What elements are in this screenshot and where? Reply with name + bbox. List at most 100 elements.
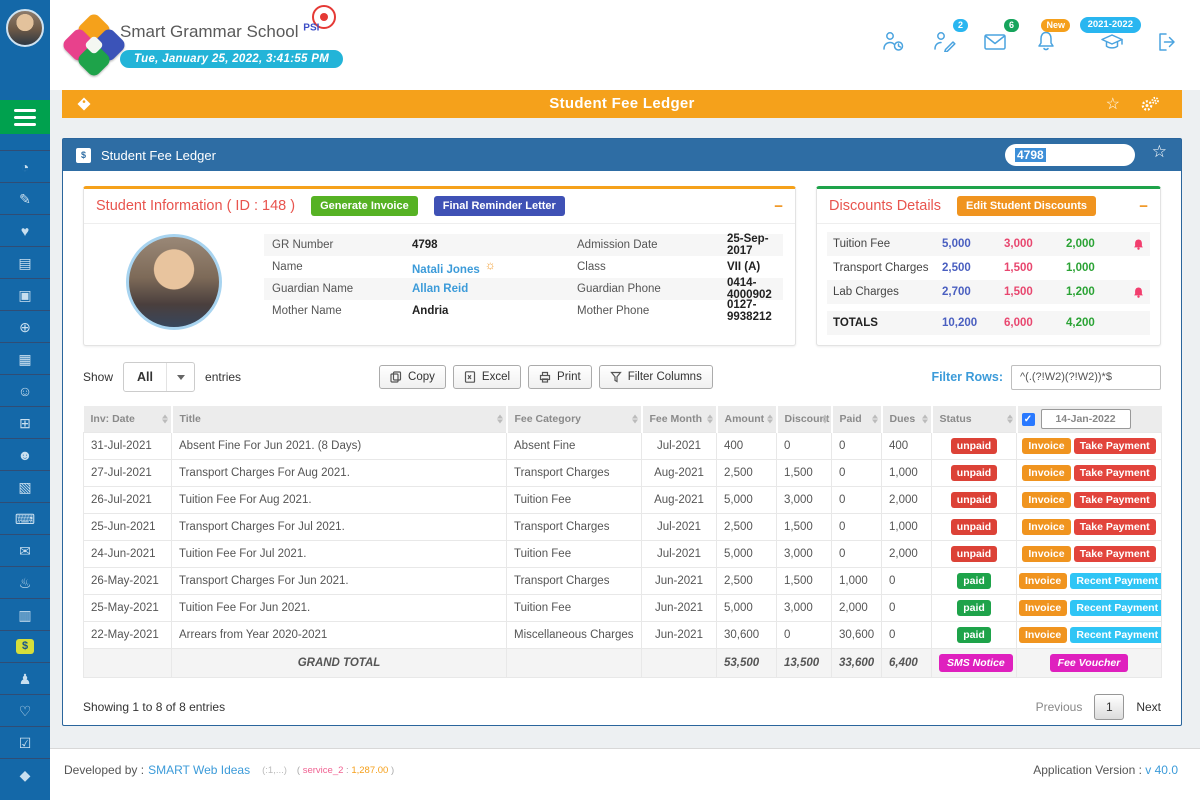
column-header-status[interactable]: Status bbox=[932, 406, 1017, 433]
invoice-button[interactable]: Invoice bbox=[1022, 546, 1070, 562]
developer-link[interactable]: SMART Web Ideas bbox=[148, 763, 250, 777]
recent-payment-button[interactable]: Recent Payment bbox=[1070, 627, 1161, 643]
enquiry-button[interactable]: 2 bbox=[932, 30, 956, 52]
edit-discounts-button[interactable]: Edit Student Discounts bbox=[957, 196, 1096, 216]
sidebar-item-exams[interactable]: ▦ bbox=[0, 342, 50, 374]
discount-net: 2,000 bbox=[1066, 238, 1128, 250]
sidebar-item-fee-ledger[interactable]: $ bbox=[0, 630, 50, 662]
filter-rows-input[interactable] bbox=[1011, 365, 1161, 390]
field-row: Name Natali Jones☼ Class VII (A) bbox=[264, 256, 783, 278]
fee-category-cell: Tuition Fee bbox=[507, 541, 642, 568]
sidebar-item-library[interactable]: ▥ bbox=[0, 598, 50, 630]
sidebar-item-online-class[interactable]: ⌨ bbox=[0, 502, 50, 534]
invoice-button[interactable]: Invoice bbox=[1019, 627, 1067, 643]
empty-cell bbox=[507, 649, 642, 678]
sidebar-item-income[interactable]: ✉ bbox=[0, 534, 50, 566]
column-header-dues[interactable]: Dues bbox=[882, 406, 932, 433]
collapse-card-button[interactable]: − bbox=[774, 199, 783, 214]
messages-button[interactable]: 6 bbox=[983, 30, 1007, 52]
gr-number-label: GR Number bbox=[272, 239, 412, 251]
date-filter-input[interactable]: 14-Jan-2022 bbox=[1041, 409, 1131, 429]
page-number-button[interactable]: 1 bbox=[1094, 694, 1124, 720]
fee-title-link[interactable]: Tuition Fee For Jul 2021. bbox=[172, 541, 507, 568]
entries-select[interactable]: All bbox=[123, 362, 195, 392]
recent-payment-button[interactable]: Recent Payment bbox=[1070, 573, 1161, 589]
take-payment-button[interactable]: Take Payment bbox=[1074, 519, 1156, 535]
sidebar-item-id-card[interactable]: ▣ bbox=[0, 278, 50, 310]
print-button[interactable]: Print bbox=[528, 365, 592, 389]
take-payment-button[interactable]: Take Payment bbox=[1074, 492, 1156, 508]
fee-title-link[interactable]: Tuition Fee For Jun 2021. bbox=[172, 595, 507, 622]
invoice-button[interactable]: Invoice bbox=[1022, 519, 1070, 535]
bell-icon[interactable] bbox=[1128, 286, 1144, 299]
fee-title-link[interactable]: Transport Charges For Jul 2021. bbox=[172, 514, 507, 541]
gr-search-input[interactable]: 4798 bbox=[1005, 144, 1135, 166]
column-header-amount[interactable]: Amount bbox=[717, 406, 777, 433]
sidebar-item-gallery[interactable]: ▧ bbox=[0, 470, 50, 502]
invoice-button[interactable]: Invoice bbox=[1019, 573, 1067, 589]
recent-payment-button[interactable]: Recent Payment bbox=[1070, 600, 1161, 616]
session-button[interactable]: 2021-2022 bbox=[1099, 30, 1125, 52]
fee-title-link[interactable]: Tuition Fee For Aug 2021. bbox=[172, 487, 507, 514]
fee-title-link[interactable]: Transport Charges For Jun 2021. bbox=[172, 568, 507, 595]
inv-date-cell: 24-Jun-2021 bbox=[84, 541, 172, 568]
dues-cell: 2,000 bbox=[882, 487, 932, 514]
column-header-title[interactable]: Title bbox=[172, 406, 507, 433]
column-header-fee-month[interactable]: Fee Month bbox=[642, 406, 717, 433]
sidebar-item-calendar[interactable]: ⊞ bbox=[0, 406, 50, 438]
take-payment-button[interactable]: Take Payment bbox=[1074, 438, 1156, 454]
final-reminder-button[interactable]: Final Reminder Letter bbox=[434, 196, 565, 216]
next-page-button[interactable]: Next bbox=[1136, 700, 1161, 714]
invoice-button[interactable]: Invoice bbox=[1019, 600, 1067, 616]
menu-toggle-button[interactable] bbox=[0, 100, 50, 134]
inv-date-cell: 22-May-2021 bbox=[84, 622, 172, 649]
sidebar-item-fee-card[interactable]: ▤ bbox=[0, 246, 50, 278]
tasks-icon: ☑ bbox=[19, 736, 32, 750]
sidebar-item-admissions[interactable]: ✎ bbox=[0, 182, 50, 214]
sidebar-item-dashboard[interactable]: ◔ bbox=[0, 150, 50, 182]
filter-columns-button[interactable]: Filter Columns bbox=[599, 365, 713, 389]
sms-notice-button[interactable]: SMS Notice bbox=[939, 654, 1013, 672]
take-payment-button[interactable]: Take Payment bbox=[1074, 546, 1156, 562]
sidebar-item-events[interactable]: ♨ bbox=[0, 566, 50, 598]
excel-button[interactable]: Excel bbox=[453, 365, 521, 389]
column-header-discount[interactable]: Discount bbox=[777, 406, 832, 433]
sidebar-item-tasks[interactable]: ☑ bbox=[0, 726, 50, 758]
sidebar-item-students[interactable]: ☺ bbox=[0, 374, 50, 406]
guardian-name-link[interactable]: Allan Reid bbox=[412, 283, 577, 295]
take-payment-button[interactable]: Take Payment bbox=[1074, 465, 1156, 481]
invoice-button[interactable]: Invoice bbox=[1022, 465, 1070, 481]
fee-title-link[interactable]: Transport Charges For Aug 2021. bbox=[172, 460, 507, 487]
favorite-star-icon[interactable]: ☆ bbox=[1106, 94, 1120, 114]
sidebar-item-health[interactable]: ♥ bbox=[0, 214, 50, 246]
fee-title-link[interactable]: Arrears from Year 2020-2021 bbox=[172, 622, 507, 649]
column-header-inv-date[interactable]: Inv: Date bbox=[84, 406, 172, 433]
previous-page-button[interactable]: Previous bbox=[1036, 700, 1083, 714]
date-filter-checkbox[interactable]: ✓ bbox=[1022, 413, 1035, 426]
invoice-button[interactable]: Invoice bbox=[1022, 492, 1070, 508]
bell-icon[interactable] bbox=[1128, 238, 1144, 251]
status-badge: paid bbox=[957, 600, 991, 616]
sidebar-item-alumni[interactable]: ♟ bbox=[0, 662, 50, 694]
invoice-button[interactable]: Invoice bbox=[1022, 438, 1070, 454]
visitor-log-button[interactable] bbox=[881, 30, 905, 52]
fee-ledger-icon: $ bbox=[76, 148, 91, 163]
user-avatar[interactable] bbox=[6, 9, 44, 47]
copy-button[interactable]: Copy bbox=[379, 365, 446, 389]
student-name-link[interactable]: Natali Jones☼ bbox=[412, 258, 577, 276]
generate-invoice-button[interactable]: Generate Invoice bbox=[311, 196, 418, 216]
collapse-card-button[interactable]: − bbox=[1139, 199, 1148, 214]
logout-button[interactable] bbox=[1156, 30, 1180, 54]
settings-gears-icon[interactable] bbox=[1140, 96, 1160, 118]
column-header-fee-category[interactable]: Fee Category bbox=[507, 406, 642, 433]
column-header-paid[interactable]: Paid bbox=[832, 406, 882, 433]
sidebar-item-staff[interactable]: ☻ bbox=[0, 438, 50, 470]
notifications-button[interactable]: New bbox=[1034, 30, 1058, 52]
sidebar-item-courses[interactable]: ◆ bbox=[0, 758, 50, 790]
panel-star-icon[interactable]: ☆ bbox=[1152, 142, 1167, 162]
fee-voucher-button[interactable]: Fee Voucher bbox=[1050, 654, 1129, 672]
staff-icon: ☻ bbox=[18, 448, 33, 462]
sidebar-item-certificates[interactable]: ♡ bbox=[0, 694, 50, 726]
fee-title-link[interactable]: Absent Fine For Jun 2021. (8 Days) bbox=[172, 433, 507, 460]
sidebar-item-web-portal[interactable]: ⊕ bbox=[0, 310, 50, 342]
